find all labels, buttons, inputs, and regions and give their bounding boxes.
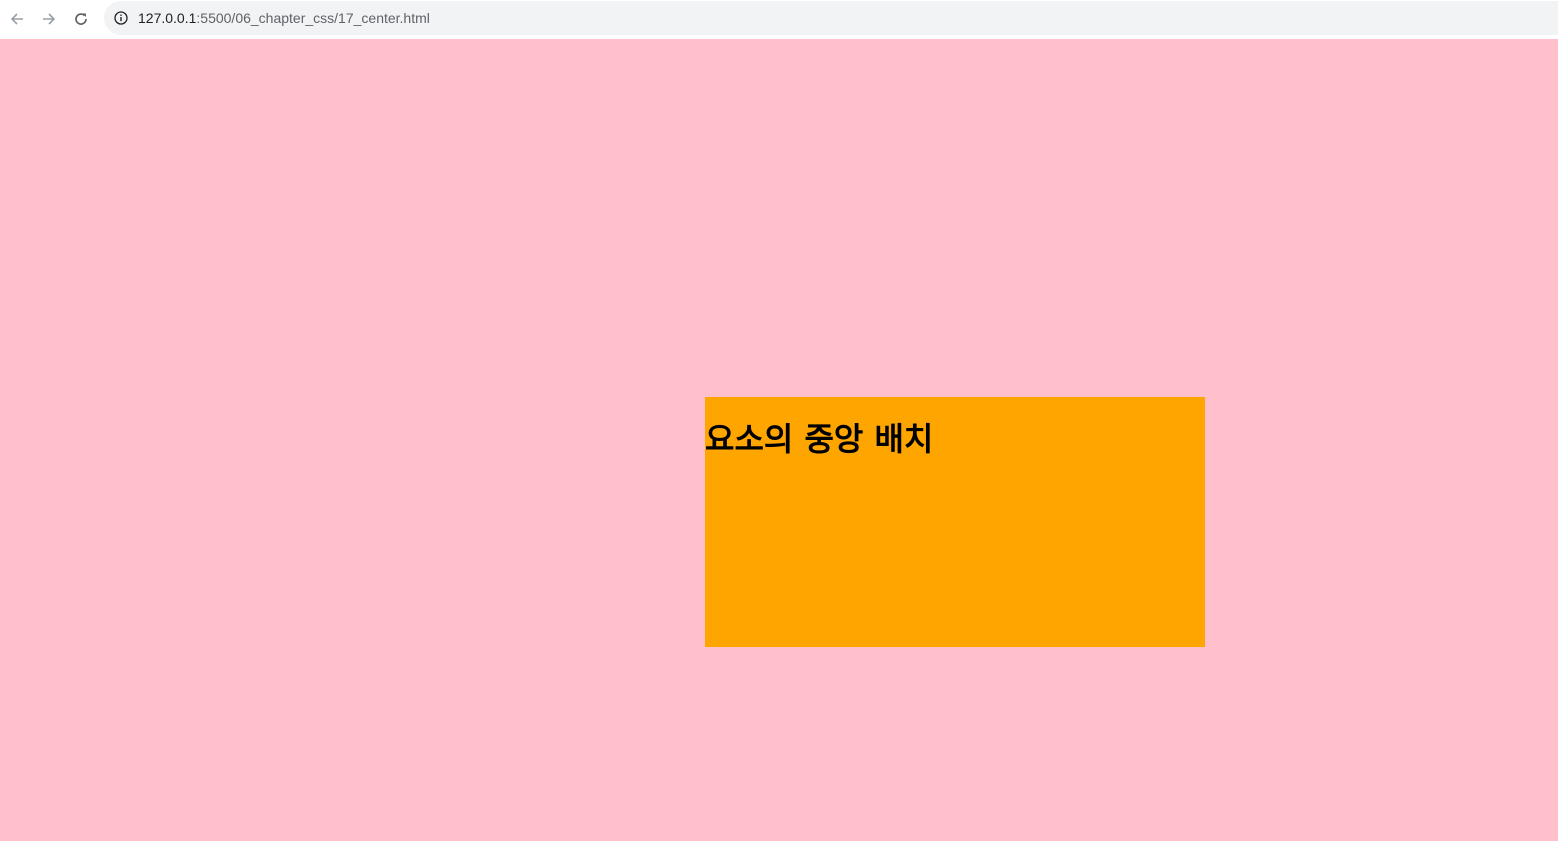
center-box: 요소의 중앙 배치 [705, 397, 1205, 647]
back-button[interactable] [1, 3, 33, 35]
reload-icon [75, 12, 87, 25]
info-icon[interactable] [113, 10, 129, 26]
forward-button[interactable] [33, 3, 65, 35]
page-heading: 요소의 중앙 배치 [705, 420, 934, 458]
page-viewport: 요소의 중앙 배치 [0, 39, 1558, 841]
address-bar[interactable]: 127.0.0.1:5500/06_chapter_css/17_center.… [104, 1, 1558, 35]
arrow-left-icon [10, 12, 23, 25]
url-text[interactable]: 127.0.0.1:5500/06_chapter_css/17_center.… [138, 10, 430, 26]
arrow-right-icon [43, 12, 56, 25]
url-host: 127.0.0.1 [138, 10, 197, 26]
browser-toolbar: 127.0.0.1:5500/06_chapter_css/17_center.… [0, 0, 1558, 37]
reload-button[interactable] [65, 3, 97, 35]
url-path: :5500/06_chapter_css/17_center.html [196, 10, 430, 26]
